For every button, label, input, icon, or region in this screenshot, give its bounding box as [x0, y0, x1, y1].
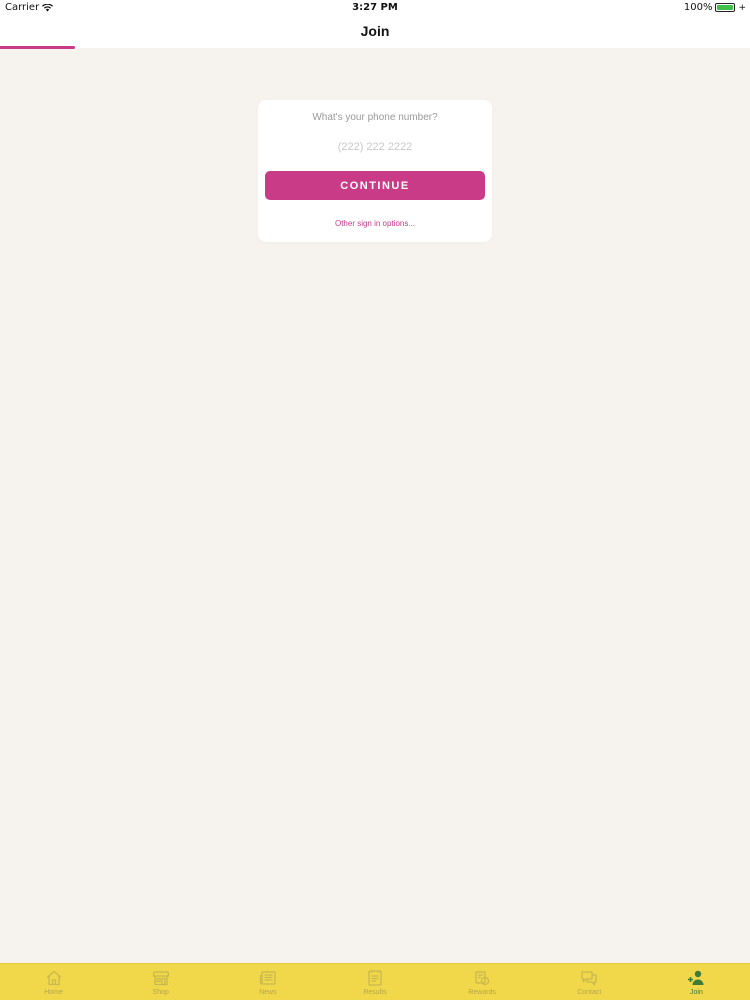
- phone-number-input[interactable]: [278, 137, 472, 157]
- tab-shop[interactable]: Shop: [107, 964, 214, 1000]
- home-icon: [45, 969, 63, 987]
- tab-join[interactable]: Join: [643, 964, 750, 1000]
- join-card: What's your phone number? CONTINUE Other…: [258, 100, 492, 242]
- continue-button[interactable]: CONTINUE: [265, 171, 485, 200]
- progress-bar: [0, 46, 75, 49]
- tab-results[interactable]: Results: [321, 964, 428, 1000]
- tab-label: Results: [363, 989, 387, 996]
- page-title: Join: [360, 23, 390, 39]
- other-sign-in-options-link[interactable]: Other sign in options...: [258, 219, 492, 228]
- battery-percent: 100%: [683, 2, 713, 13]
- navigation-bar: Join: [0, 16, 750, 48]
- results-icon: [366, 969, 384, 987]
- tab-label: Join: [689, 989, 703, 996]
- shop-icon: [152, 969, 170, 987]
- tab-label: Home: [44, 989, 63, 996]
- tab-label: Shop: [152, 989, 169, 996]
- tab-label: Contact: [577, 989, 602, 996]
- battery-fill: [717, 5, 734, 10]
- battery-indicator: 100% +: [684, 2, 746, 13]
- news-icon: [259, 969, 277, 987]
- status-bar: Carrier 3:27 PM 100% +: [0, 0, 750, 16]
- tab-bar: Home Shop News Results Rewards Contact J…: [0, 963, 750, 1000]
- rewards-icon: [473, 969, 491, 987]
- tab-news[interactable]: News: [214, 964, 321, 1000]
- tab-label: News: [259, 989, 277, 996]
- progress-track: [0, 46, 750, 49]
- status-time: 3:27 PM: [352, 2, 398, 13]
- charging-bolt-icon: +: [738, 2, 746, 13]
- tab-home[interactable]: Home: [0, 964, 107, 1000]
- phone-prompt: What's your phone number?: [312, 112, 438, 123]
- join-icon: [687, 969, 705, 987]
- battery-icon: [715, 3, 736, 12]
- contact-icon: [580, 969, 598, 987]
- tab-rewards[interactable]: Rewards: [429, 964, 536, 1000]
- tab-contact[interactable]: Contact: [536, 964, 643, 1000]
- tab-label: Rewards: [468, 989, 496, 996]
